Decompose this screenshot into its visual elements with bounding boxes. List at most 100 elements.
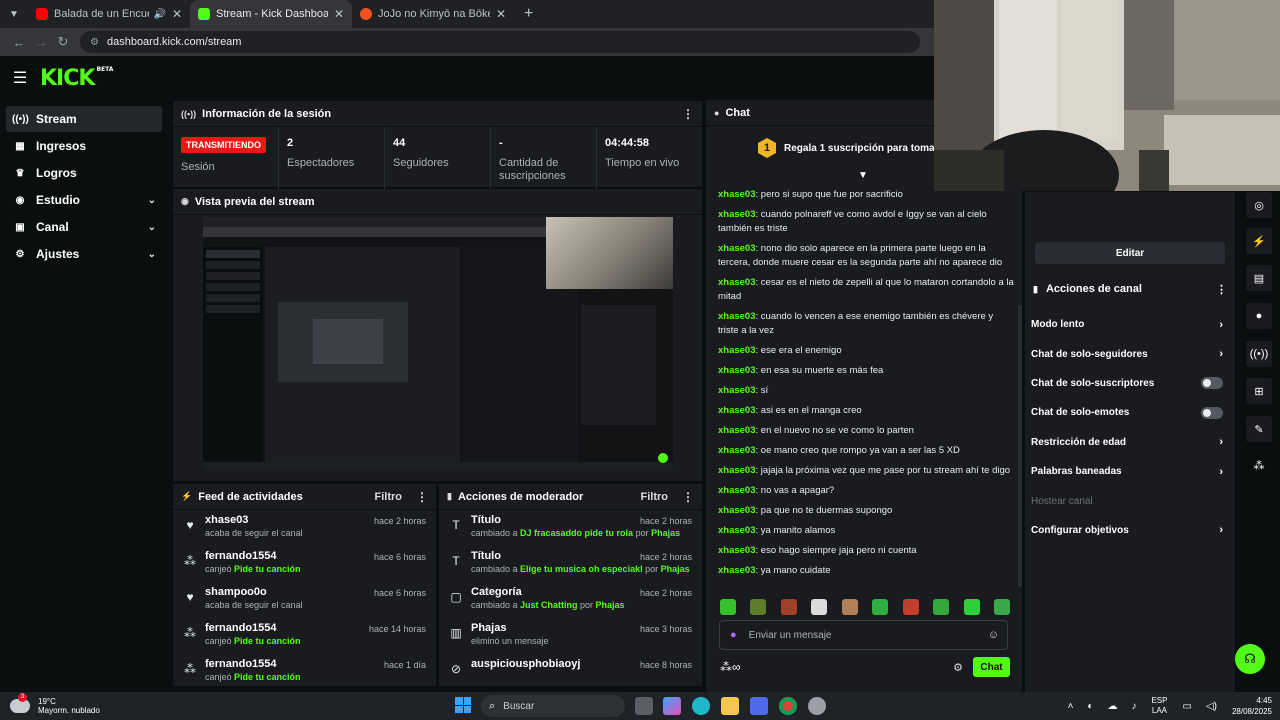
chat-icon[interactable]: ● bbox=[1246, 303, 1272, 329]
chrome-icon[interactable] bbox=[779, 697, 797, 715]
emote-icon[interactable] bbox=[963, 599, 980, 615]
more-options-icon[interactable]: ⋮ bbox=[682, 490, 694, 504]
close-tab-icon[interactable]: ✕ bbox=[334, 7, 344, 21]
chat-input[interactable]: ● Enviar un mensaje ☺ bbox=[719, 620, 1008, 650]
emote-icon[interactable] bbox=[750, 599, 767, 615]
chat-username[interactable]: xhase03 bbox=[718, 277, 756, 288]
emote-icon[interactable] bbox=[993, 599, 1010, 615]
menu-icon[interactable]: ☰ bbox=[0, 68, 40, 88]
emote-icon[interactable] bbox=[902, 599, 919, 615]
chat-username[interactable]: xhase03 bbox=[718, 189, 756, 200]
clock[interactable]: 4:45 28/08/2025 bbox=[1232, 695, 1272, 717]
toggle-switch[interactable] bbox=[1201, 377, 1223, 390]
reload-icon[interactable]: ↻ bbox=[52, 34, 74, 50]
layout-icon[interactable]: ⊞ bbox=[1246, 378, 1272, 404]
sidebar-item-estudio[interactable]: ◉ Estudio ⌄ bbox=[6, 187, 162, 213]
kick-logo[interactable]: KICK BETA bbox=[40, 66, 113, 91]
chat-username[interactable]: xhase03 bbox=[718, 345, 756, 356]
chat-username[interactable]: xhase03 bbox=[718, 485, 756, 496]
help-icon[interactable]: ☊ bbox=[1235, 644, 1265, 674]
browser-tab-3[interactable]: JoJo no Kimyō na Bōken en Esp ✕ bbox=[352, 0, 514, 28]
gear-icon[interactable]: ⚙ bbox=[953, 661, 963, 674]
bolt-icon[interactable]: ⚡ bbox=[1246, 228, 1272, 254]
chat-username[interactable]: xhase03 bbox=[718, 465, 756, 476]
chat-username[interactable]: xhase03 bbox=[718, 425, 756, 436]
chat-username[interactable]: xhase03 bbox=[718, 525, 756, 536]
close-tab-icon[interactable]: ✕ bbox=[496, 7, 506, 21]
chat-username[interactable]: xhase03 bbox=[718, 565, 756, 576]
browser-tab-1[interactable]: Balada de un Encuentro Fu 🔊 ✕ bbox=[28, 0, 190, 28]
start-icon[interactable] bbox=[455, 697, 471, 713]
stream-preview-video[interactable] bbox=[203, 217, 673, 469]
chat-username[interactable]: xhase03 bbox=[718, 445, 756, 456]
channel-action-item[interactable]: Chat de solo-suscriptores bbox=[1025, 369, 1235, 398]
channel-points-icon[interactable]: ⁂∞ bbox=[720, 660, 741, 674]
chat-username[interactable]: xhase03 bbox=[718, 405, 756, 416]
chat-username[interactable]: xhase03 bbox=[718, 385, 756, 396]
emoji-icon[interactable]: ☺ bbox=[988, 629, 999, 641]
emote-icon[interactable] bbox=[780, 599, 797, 615]
mic-icon[interactable]: ♪ bbox=[1131, 701, 1136, 712]
points-icon[interactable]: ⁂ bbox=[1246, 452, 1272, 478]
sidebar-item-ingresos[interactable]: ▦ Ingresos bbox=[6, 133, 162, 159]
tab-search-icon[interactable]: ▼ bbox=[0, 0, 28, 28]
toggle-switch[interactable] bbox=[1201, 406, 1223, 419]
sidebar-item-logros[interactable]: ♛ Logros bbox=[6, 160, 162, 186]
broadcast-icon[interactable]: ((•)) bbox=[1246, 341, 1272, 367]
emote-icon[interactable] bbox=[811, 599, 828, 615]
chat-username[interactable]: xhase03 bbox=[718, 311, 756, 322]
chevron-down-icon[interactable]: ⌄ bbox=[148, 222, 156, 233]
filter-button[interactable]: Filtro bbox=[375, 491, 403, 503]
channel-action-item[interactable]: Chat de solo-seguidores › bbox=[1025, 339, 1235, 368]
channel-action-item[interactable]: Chat de solo-emotes bbox=[1025, 398, 1235, 427]
chat-scrollbar[interactable] bbox=[1018, 305, 1022, 587]
sync-icon[interactable]: ◐ bbox=[1087, 701, 1093, 712]
weather-widget[interactable]: 3 19°C Mayorm. nublado bbox=[10, 693, 100, 719]
emote-icon[interactable] bbox=[872, 599, 889, 615]
chat-username[interactable]: xhase03 bbox=[718, 505, 756, 516]
camera-icon[interactable]: ◎ bbox=[1246, 192, 1272, 218]
forward-icon[interactable]: → bbox=[30, 35, 52, 50]
channel-action-item[interactable]: Modo lento › bbox=[1025, 310, 1235, 339]
chevron-down-icon[interactable]: ⌄ bbox=[148, 249, 156, 260]
cloud-icon[interactable]: ☁ bbox=[1107, 701, 1117, 712]
language-indicator[interactable]: ESP LAA bbox=[1151, 696, 1167, 716]
file-explorer-icon[interactable] bbox=[721, 697, 739, 715]
send-chat-button[interactable]: Chat bbox=[973, 657, 1010, 677]
mic-icon[interactable]: ● bbox=[730, 629, 737, 641]
volume-icon[interactable]: ◁) bbox=[1206, 701, 1217, 712]
channel-action-item[interactable]: Palabras baneadas › bbox=[1025, 457, 1235, 486]
chevron-up-icon[interactable]: ˄ bbox=[1068, 701, 1074, 712]
edge-icon[interactable] bbox=[692, 697, 710, 715]
back-icon[interactable]: ← bbox=[8, 35, 30, 50]
sidebar-item-ajustes[interactable]: ⚙ Ajustes ⌄ bbox=[6, 241, 162, 267]
more-options-icon[interactable]: ⋮ bbox=[1216, 283, 1227, 296]
chat-username[interactable]: xhase03 bbox=[718, 209, 756, 220]
wrench-icon[interactable]: ✎ bbox=[1246, 416, 1272, 442]
store-icon[interactable] bbox=[750, 697, 768, 715]
app-icon[interactable] bbox=[808, 697, 826, 715]
display-icon[interactable]: ▭ bbox=[1182, 701, 1191, 712]
sidebar-item-canal[interactable]: ▣ Canal ⌄ bbox=[6, 214, 162, 240]
taskbar-search[interactable]: ⌕ Buscar bbox=[481, 695, 625, 717]
more-options-icon[interactable]: ⋮ bbox=[682, 107, 694, 121]
chat-username[interactable]: xhase03 bbox=[718, 545, 756, 556]
filter-button[interactable]: Filtro bbox=[641, 491, 669, 503]
task-view-icon[interactable] bbox=[635, 697, 653, 715]
emote-icon[interactable] bbox=[933, 599, 950, 615]
document-icon[interactable]: ▤ bbox=[1246, 265, 1272, 291]
channel-action-item[interactable]: Restricción de edad › bbox=[1025, 428, 1235, 457]
pinned-toggle-icon[interactable]: ▼ bbox=[858, 170, 868, 181]
channel-action-item[interactable]: Configurar objetivos › bbox=[1025, 516, 1235, 545]
more-options-icon[interactable]: ⋮ bbox=[416, 490, 428, 504]
edit-button[interactable]: Editar bbox=[1035, 242, 1225, 264]
chat-username[interactable]: xhase03 bbox=[718, 243, 756, 254]
site-info-icon[interactable]: ⚙ bbox=[90, 37, 99, 48]
new-tab-icon[interactable]: + bbox=[514, 5, 543, 23]
emote-icon[interactable] bbox=[720, 599, 736, 615]
close-tab-icon[interactable]: ✕ bbox=[172, 7, 182, 21]
chat-username[interactable]: xhase03 bbox=[718, 365, 756, 376]
sidebar-item-stream[interactable]: ((•)) Stream bbox=[6, 106, 162, 132]
address-bar[interactable]: ⚙ dashboard.kick.com/stream bbox=[80, 31, 920, 53]
copilot-icon[interactable] bbox=[663, 697, 681, 715]
